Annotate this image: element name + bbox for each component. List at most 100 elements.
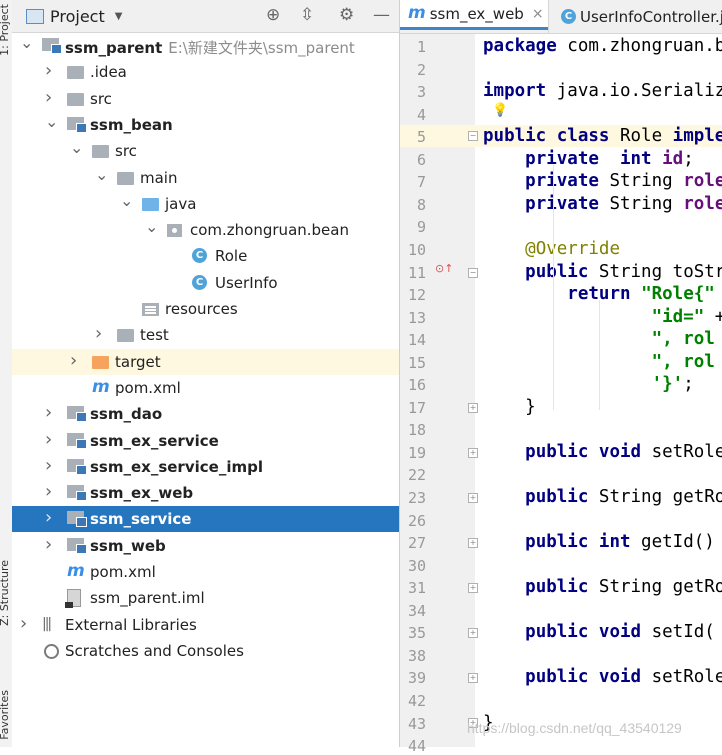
folder-icon xyxy=(67,63,85,81)
tree-item-ssm-ex-web[interactable]: › ssm_ex_web xyxy=(12,480,399,506)
tree-item-java[interactable]: ⌄ java xyxy=(12,191,399,217)
chevron-right-icon[interactable]: › xyxy=(45,87,52,108)
tree-item-ssm-parent-iml[interactable]: ssm_parent.iml xyxy=(12,585,399,611)
chevron-right-icon[interactable]: › xyxy=(45,60,52,81)
chevron-right-icon[interactable]: › xyxy=(45,507,52,528)
tree-item-ssm-web[interactable]: › ssm_web xyxy=(12,533,399,559)
line-number: 39 xyxy=(407,669,426,688)
chevron-down-icon[interactable]: ⌄ xyxy=(120,191,133,210)
code-line[interactable]: private String role xyxy=(483,194,722,214)
tree-item-ssm-service[interactable]: › ssm_service xyxy=(12,506,399,533)
tree-item-external-libraries[interactable]: › ||| External Libraries xyxy=(12,612,399,638)
code-line[interactable]: public void setId( xyxy=(483,622,715,642)
chevron-right-icon[interactable]: › xyxy=(45,402,52,423)
code-line[interactable]: "id=" + xyxy=(483,307,722,327)
chevron-right-icon[interactable]: › xyxy=(20,613,27,634)
tab-userinfocontroller[interactable]: C UserInfoController.ja xyxy=(548,0,722,33)
tree-item-src[interactable]: › src xyxy=(12,86,399,112)
fold-marker-icon[interactable]: + xyxy=(468,403,478,413)
tree-item-resources[interactable]: resources xyxy=(12,296,399,322)
code-line[interactable]: } xyxy=(483,397,536,417)
code-line[interactable]: private int id; xyxy=(483,149,694,169)
tree-item-test[interactable]: › test xyxy=(12,322,399,348)
class-icon: C xyxy=(192,274,210,292)
code-line[interactable]: public int getId() xyxy=(483,532,722,552)
chevron-down-icon[interactable]: ⌄ xyxy=(70,138,83,157)
tree-item-label: target xyxy=(115,352,161,371)
line-number: 43 xyxy=(407,714,426,733)
code-line[interactable]: import java.io.Serializ xyxy=(483,81,722,101)
code-line[interactable]: public void setRole xyxy=(483,667,722,687)
project-view-selector[interactable]: Project xyxy=(50,7,105,26)
chevron-down-icon[interactable]: ⌄ xyxy=(20,33,33,52)
line-number: 10 xyxy=(407,240,426,259)
dropdown-arrow-icon[interactable]: ▼ xyxy=(115,11,123,22)
line-number: 42 xyxy=(407,691,426,710)
tree-item-label: External Libraries xyxy=(65,615,197,634)
tree-item-ssm-ex-service[interactable]: › ssm_ex_service xyxy=(12,428,399,454)
fold-marker-icon[interactable]: + xyxy=(468,538,478,548)
chevron-right-icon[interactable]: › xyxy=(45,481,52,502)
chevron-right-icon[interactable]: › xyxy=(45,429,52,450)
fold-marker-icon[interactable]: + xyxy=(468,628,478,638)
line-number: 44 xyxy=(407,737,426,755)
code-line[interactable]: @Override xyxy=(483,239,620,259)
locate-icon[interactable]: ⊕ xyxy=(266,7,280,24)
tree-item-pom-xml[interactable]: m pom.xml xyxy=(12,375,399,401)
tree-item-target[interactable]: › target xyxy=(12,348,399,375)
override-marker-icon[interactable]: ⊙↑ xyxy=(435,262,453,275)
tab-ssm-ex-web[interactable]: m ssm_ex_web × xyxy=(400,0,548,30)
structure-tool-tab[interactable]: Z: Structure xyxy=(0,560,11,626)
chevron-down-icon[interactable]: ⌄ xyxy=(45,112,58,131)
chevron-right-icon[interactable]: › xyxy=(70,350,77,371)
chevron-right-icon[interactable]: › xyxy=(45,455,52,476)
code-line[interactable]: public String getRo xyxy=(483,487,722,507)
tree-item-ssm-dao[interactable]: › ssm_dao xyxy=(12,401,399,427)
close-icon[interactable]: × xyxy=(532,6,544,22)
code-line[interactable]: '}'; xyxy=(483,374,694,394)
tree-item-ssm-bean[interactable]: ⌄ ssm_bean xyxy=(12,112,399,138)
tree-item-com-zhongruan-bean[interactable]: ⌄ com.zhongruan.bean xyxy=(12,217,399,243)
minimize-icon[interactable]: — xyxy=(373,7,390,24)
chevron-down-icon[interactable]: ⌄ xyxy=(145,217,158,236)
tree-item-label: main xyxy=(140,168,178,187)
fold-marker-icon[interactable]: − xyxy=(468,268,478,278)
fold-marker-icon[interactable]: + xyxy=(468,583,478,593)
folder-icon xyxy=(117,169,135,187)
collapse-all-icon[interactable]: ⇳ xyxy=(300,7,314,24)
chevron-right-icon[interactable]: › xyxy=(45,534,52,555)
chevron-right-icon[interactable]: › xyxy=(95,323,102,344)
tree-item-scratches-and-consoles[interactable]: Scratches and Consoles xyxy=(12,638,399,664)
tree-item-label: ssm_parent.iml xyxy=(90,589,205,608)
code-line[interactable]: public String getRo xyxy=(483,577,722,597)
line-number: 13 xyxy=(407,308,426,327)
tree-item-ssm-ex-service-impl[interactable]: › ssm_ex_service_impl xyxy=(12,454,399,480)
tree-item-main[interactable]: ⌄ main xyxy=(12,165,399,191)
tree-item-src[interactable]: ⌄ src xyxy=(12,138,399,164)
tree-item-ssm-parent[interactable]: ⌄ ssm_parent E:\新建文件夹\ssm_parent xyxy=(12,33,399,59)
fold-marker-icon[interactable]: + xyxy=(468,673,478,683)
gear-icon[interactable]: ⚙ xyxy=(339,7,354,24)
code-line[interactable]: public String toStr xyxy=(483,262,722,282)
project-panel: Project ▼ ⊕ ⇳ ⚙ — ⌄ ssm_parent E:\新建文件夹\ss… xyxy=(12,0,399,747)
module-icon xyxy=(67,402,87,423)
project-tool-tab[interactable]: 1: Project xyxy=(0,4,11,56)
code-line[interactable]: public class Role implem xyxy=(483,126,722,146)
line-number: 15 xyxy=(407,353,426,372)
fold-marker-icon[interactable]: + xyxy=(468,448,478,458)
fold-marker-icon[interactable]: − xyxy=(468,131,478,141)
tree-item-userinfo[interactable]: C UserInfo xyxy=(12,270,399,296)
tree-item--idea[interactable]: › .idea xyxy=(12,59,399,85)
tree-item-role[interactable]: C Role xyxy=(12,243,399,269)
code-line[interactable]: package com.zhongruan.b xyxy=(483,36,722,56)
chevron-down-icon[interactable]: ⌄ xyxy=(95,165,108,184)
code-line[interactable]: public void setRole xyxy=(483,442,722,462)
code-line[interactable]: private String role xyxy=(483,171,722,191)
fold-marker-icon[interactable]: + xyxy=(468,493,478,503)
tree-item-pom-xml[interactable]: m pom.xml xyxy=(12,559,399,585)
favorites-tool-tab[interactable]: Favorites xyxy=(0,690,11,740)
class-icon: C xyxy=(192,247,210,265)
lightbulb-icon[interactable]: 💡 xyxy=(492,103,508,118)
folder-icon xyxy=(92,142,110,160)
editor-tab-bar: m ssm_ex_web × C UserInfoController.ja xyxy=(400,0,722,34)
